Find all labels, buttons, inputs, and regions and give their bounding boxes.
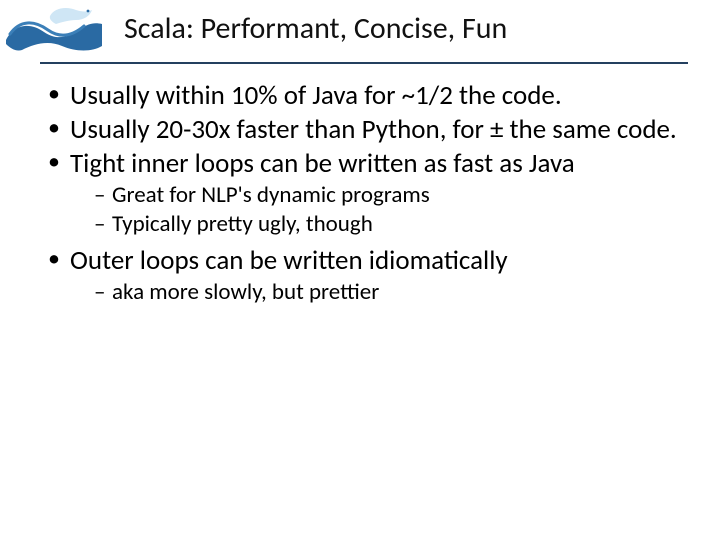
slide-header: Scala: Performant, Concise, Fun bbox=[0, 0, 720, 68]
sub-list: aka more slowly, but prettier bbox=[70, 279, 686, 307]
sub-list-item: Great for NLP's dynamic programs bbox=[94, 182, 686, 210]
list-item: Tight inner loops can be written as fast… bbox=[48, 148, 686, 239]
slide: Scala: Performant, Concise, Fun Usually … bbox=[0, 0, 720, 540]
sub-list: Great for NLP's dynamic programs Typical… bbox=[70, 182, 686, 239]
list-item: Usually 20-30x faster than Python, for ±… bbox=[48, 114, 686, 146]
sub-list-item-text: Great for NLP's dynamic programs bbox=[112, 181, 430, 209]
sub-list-item: Typically pretty ugly, though bbox=[94, 211, 686, 239]
list-item-text: Tight inner loops can be written as fast… bbox=[70, 147, 575, 180]
slide-body: Usually within 10% of Java for ~1/2 the … bbox=[0, 68, 720, 306]
sub-list-item: aka more slowly, but prettier bbox=[94, 279, 686, 307]
list-item-text: Outer loops can be written idiomatically bbox=[70, 244, 508, 277]
sub-list-item-text: aka more slowly, but prettier bbox=[112, 278, 379, 306]
title-underline bbox=[40, 62, 688, 64]
slide-title: Scala: Performant, Concise, Fun bbox=[110, 8, 690, 47]
list-item: Outer loops can be written idiomatically… bbox=[48, 245, 686, 306]
sub-list-item-text: Typically pretty ugly, though bbox=[112, 210, 373, 238]
bullet-list: Usually within 10% of Java for ~1/2 the … bbox=[48, 80, 686, 306]
list-item-text: Usually within 10% of Java for ~1/2 the … bbox=[70, 79, 562, 112]
list-item-text: Usually 20-30x faster than Python, for ±… bbox=[70, 113, 677, 146]
list-item: Usually within 10% of Java for ~1/2 the … bbox=[48, 80, 686, 112]
scalanlp-logo-icon bbox=[4, 0, 104, 54]
